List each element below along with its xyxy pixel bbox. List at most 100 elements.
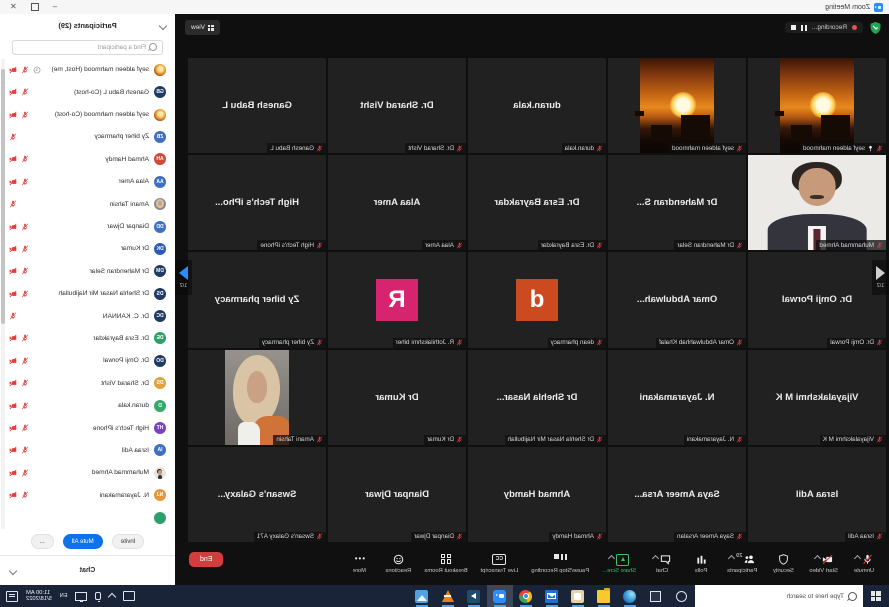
next-page-button[interactable]: 1/2 — [175, 260, 192, 295]
vlc-taskbar-button[interactable] — [435, 585, 461, 607]
video-tile[interactable]: seyf aldeen mahmood — [608, 58, 746, 153]
toolbar-item-security[interactable]: Security — [770, 554, 796, 574]
chevron-up-icon[interactable] — [814, 554, 821, 561]
task-view-button[interactable] — [643, 585, 669, 607]
video-tile[interactable]: High Tech's iPho...High Tech's iPhone — [188, 155, 326, 250]
participant-row[interactable]: DDDianpar Djwar — [0, 215, 175, 237]
toolbar-item-participants[interactable]: 29Participants — [727, 554, 757, 574]
chevron-up-icon[interactable] — [652, 554, 659, 561]
movies-tv-taskbar-button[interactable] — [461, 585, 487, 607]
video-tile[interactable]: Vijayalakshmi M KVijayalakshmi M K — [748, 350, 886, 445]
video-tile[interactable]: RR. Jothilakshmi biher — [328, 252, 466, 347]
video-tile[interactable]: Saya Ameer Arsa...Saya Ameer Arsalan — [608, 447, 746, 542]
chevron-up-icon[interactable] — [608, 554, 615, 561]
participant-row[interactable]: DCDr. C. KANNAN — [0, 305, 175, 327]
video-tile[interactable]: Dr Shehla Nasar...Dr Shehla Nasar Mir Na… — [468, 350, 606, 445]
hidden-icons-chevron[interactable] — [108, 593, 116, 601]
video-tile[interactable]: Ganesh Babu LGanesh Babu L — [188, 58, 326, 153]
chevron-up-icon[interactable] — [728, 554, 735, 561]
video-tile[interactable]: Israa AdilIsraa Adil — [748, 447, 886, 542]
participant-row[interactable]: DKDr Kumar — [0, 238, 175, 260]
toolbar-item-polls[interactable]: Polls — [688, 554, 714, 574]
cortana-button[interactable] — [669, 585, 695, 607]
chrome-taskbar-button[interactable] — [513, 585, 539, 607]
video-tile[interactable]: Zy biher pharmacyZy biher pharmacy — [188, 252, 326, 347]
scrollbar-thumb[interactable] — [1, 69, 5, 324]
participant-row[interactable]: DODr. Omji Porwal — [0, 350, 175, 372]
participant-search-input[interactable]: Find a participant — [12, 40, 163, 55]
action-center-icon[interactable] — [6, 591, 18, 602]
end-meeting-button[interactable]: End — [189, 552, 223, 567]
scrollbar[interactable] — [1, 59, 5, 529]
participant-row[interactable]: GBGanesh Babu L (Co-host) — [0, 81, 175, 103]
toolbar-item-breakout-rooms[interactable]: Breakout Rooms — [424, 554, 467, 574]
taskbar-clock[interactable]: 11:00 AM 5/18/2022 — [26, 590, 52, 603]
toolbar-item-unmute[interactable]: Unmute — [851, 554, 877, 574]
start-button[interactable] — [863, 585, 889, 607]
language-indicator[interactable]: EN — [60, 593, 68, 599]
toolbar-item-more[interactable]: •••More — [346, 554, 372, 574]
video-tile[interactable]: Dr. Omji PorwalDr. Omji Porwal — [748, 252, 886, 347]
more-options-button[interactable]: ... — [31, 534, 54, 549]
video-tile[interactable]: Dr. Sharad VishtDr. Sharad Visht — [328, 58, 466, 153]
video-tile[interactable]: seyf aldeen mahmood — [748, 58, 886, 153]
pause-recording-button[interactable] — [801, 25, 807, 31]
participant-row[interactable]: DSDr Shehla Nasar Mir Najibullah — [0, 283, 175, 305]
chevron-up-icon[interactable] — [854, 554, 861, 561]
video-tile[interactable]: Dianpar DjwarDianpar Djwar — [328, 447, 466, 542]
edge-taskbar-button[interactable] — [617, 585, 643, 607]
video-tile[interactable]: duran.kaladuran.kala — [468, 58, 606, 153]
participant-row[interactable]: DMDr Mahendran Selar — [0, 260, 175, 282]
file-explorer-taskbar-button[interactable] — [591, 585, 617, 607]
video-tile[interactable]: N. JayaramakaniN. Jayaramakani — [608, 350, 746, 445]
participant-row[interactable]: seyf aldeen mahmood (Co-host) — [0, 103, 175, 125]
mail-taskbar-button[interactable] — [539, 585, 565, 607]
toolbar-item-live-transcript[interactable]: CCLive Transcript — [481, 554, 519, 574]
photos-taskbar-button[interactable] — [409, 585, 435, 607]
participant-row[interactable]: seyf aldeen mahmood (Host, me) — [0, 59, 175, 81]
video-tile[interactable]: Ahmad HamdyAhmad Hamdy — [468, 447, 606, 542]
toolbar-item-reactions[interactable]: Reactions — [385, 554, 411, 574]
display-tray-icon[interactable] — [75, 592, 87, 601]
participant-row[interactable]: DSDr. Sharad Visht — [0, 372, 175, 394]
sticky-notes-taskbar-button[interactable] — [565, 585, 591, 607]
video-tile[interactable]: Dr. Esra BayrakdarDr. Esra Bayrakdar — [468, 155, 606, 250]
video-tile[interactable]: Amani Tahsin — [188, 350, 326, 445]
stop-recording-button[interactable] — [791, 25, 797, 31]
toolbar-item-start-video[interactable]: Start Video — [809, 554, 838, 574]
close-button[interactable]: ✕ — [10, 3, 17, 11]
zoom-taskbar-button[interactable] — [487, 585, 513, 607]
participant-row[interactable]: AHAhmad Hamdy — [0, 148, 175, 170]
previous-page-button[interactable]: 1/2 — [872, 260, 889, 295]
video-tile[interactable]: Dr KumarDr Kumar — [328, 350, 466, 445]
video-tile[interactable]: Omar Abdulwah...Omar Abdulwahhab Khalaf — [608, 252, 746, 347]
participant-row[interactable]: NJN. Jayaramakani — [0, 484, 175, 506]
microphone-tray-icon[interactable] — [95, 592, 101, 600]
video-tile[interactable]: ddean pharmacy — [468, 252, 606, 347]
chat-section-header[interactable]: Chat — [0, 555, 175, 585]
toolbar-item-pause-stop-recording[interactable]: Pause/Stop Recording — [531, 554, 589, 574]
taskbar-search-input[interactable]: Type here to search — [695, 585, 863, 607]
tray-app-icon[interactable] — [123, 591, 135, 601]
minimize-button[interactable]: – — [53, 3, 57, 11]
participant-row[interactable]: AAAlaa Amer — [0, 171, 175, 193]
participant-row[interactable]: Amani Tahsin — [0, 193, 175, 215]
participant-row[interactable]: HTHigh Tech's iPhone — [0, 417, 175, 439]
chevron-down-icon[interactable] — [9, 567, 17, 575]
participant-row[interactable]: IAIsraa Adil — [0, 439, 175, 461]
mute-all-button[interactable]: Mute All — [63, 534, 103, 549]
video-tile[interactable]: Dr Mahendran S...Dr Mahendran Selar — [608, 155, 746, 250]
toolbar-item-chat[interactable]: Chat — [649, 554, 675, 574]
participant-row-partial[interactable] — [0, 506, 175, 528]
participant-row[interactable]: DEDr. Esra Bayrakdar — [0, 327, 175, 349]
invite-button[interactable]: Invite — [112, 534, 145, 549]
restore-button[interactable] — [31, 3, 39, 11]
toolbar-item-share-screen[interactable]: Share Scre... — [602, 554, 636, 574]
participant-row[interactable]: Dduran.kala — [0, 394, 175, 416]
participants-header[interactable]: Participants (29) — [0, 14, 175, 38]
chevron-down-icon[interactable] — [159, 22, 167, 30]
video-tile[interactable]: Alaa AmerAlaa Amer — [328, 155, 466, 250]
participant-row[interactable]: Muhammad Ahmed — [0, 462, 175, 484]
view-button[interactable]: View — [185, 20, 220, 35]
video-tile[interactable]: Swsan's Galaxy...Swsan's Galaxy A71 — [188, 447, 326, 542]
